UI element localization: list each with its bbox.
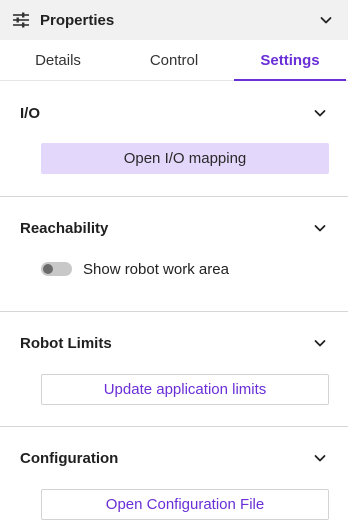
tab-settings[interactable]: Settings (232, 40, 348, 81)
tab-bar: Details Control Settings (0, 40, 348, 81)
sliders-icon (12, 11, 30, 29)
section-divider (0, 311, 348, 312)
tab-details[interactable]: Details (0, 40, 116, 80)
panel-title: Properties (40, 11, 115, 29)
tab-control[interactable]: Control (116, 40, 232, 80)
show-work-area-row: Show robot work area (41, 258, 229, 280)
chevron-down-icon[interactable] (312, 450, 328, 466)
section-robot-limits-title: Robot Limits (20, 334, 112, 352)
open-configuration-file-button[interactable]: Open Configuration File (41, 489, 329, 520)
section-reachability-title: Reachability (20, 219, 109, 237)
section-io-header[interactable]: I/O (20, 101, 328, 125)
panel-header[interactable]: Properties (0, 0, 348, 40)
update-application-limits-button[interactable]: Update application limits (41, 374, 329, 405)
section-robot-limits-header[interactable]: Robot Limits (20, 331, 328, 355)
section-divider (0, 196, 348, 197)
section-io-title: I/O (20, 104, 41, 122)
chevron-down-icon[interactable] (318, 12, 334, 28)
section-reachability-header[interactable]: Reachability (20, 216, 328, 240)
section-configuration-title: Configuration (20, 449, 119, 467)
chevron-down-icon[interactable] (312, 220, 328, 236)
show-work-area-toggle[interactable] (41, 262, 72, 276)
toggle-knob (43, 264, 53, 274)
show-work-area-label: Show robot work area (83, 260, 229, 278)
properties-panel: Properties Details Control Settings I/O … (0, 0, 348, 531)
section-divider (0, 426, 348, 427)
chevron-down-icon[interactable] (312, 105, 328, 121)
chevron-down-icon[interactable] (312, 335, 328, 351)
open-io-mapping-button[interactable]: Open I/O mapping (41, 143, 329, 174)
section-configuration-header[interactable]: Configuration (20, 446, 328, 470)
